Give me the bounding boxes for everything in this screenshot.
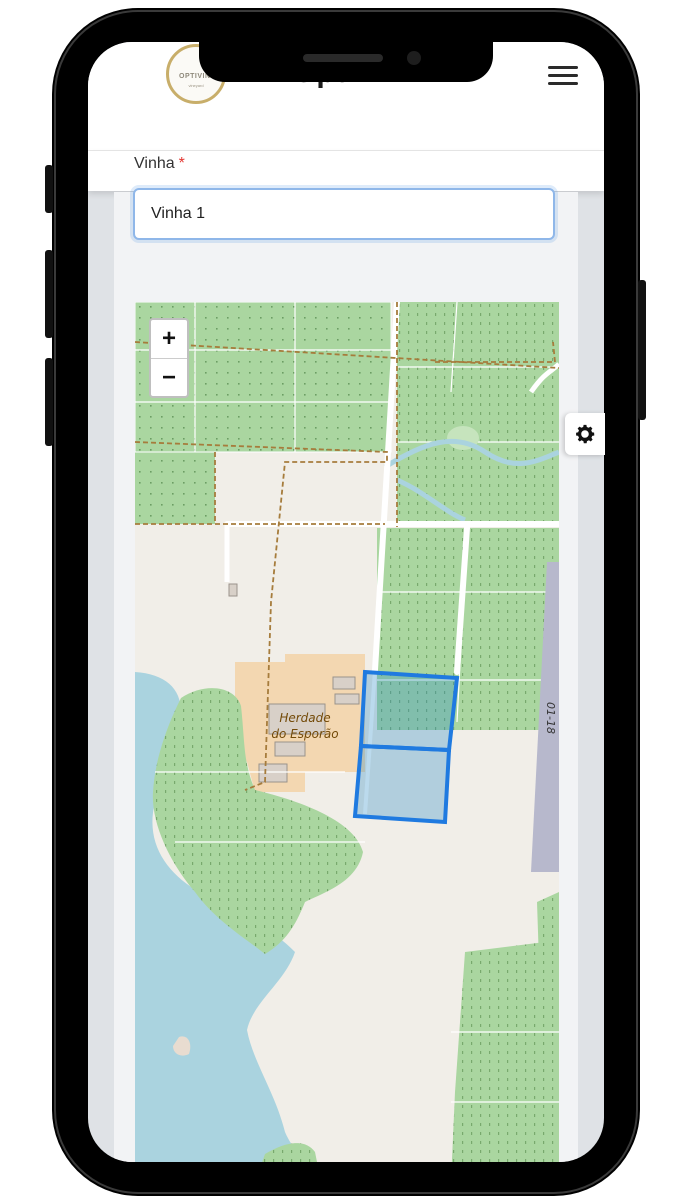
vinha-label: Vinha * xyxy=(134,155,185,173)
place-label-line2: do Esporão xyxy=(271,727,338,741)
phone-screen: OPTIVINI vineyard OptiVini Vinha* xyxy=(88,42,604,1162)
phone-notch xyxy=(199,42,493,82)
gear-icon xyxy=(576,424,595,444)
settings-button[interactable] xyxy=(565,413,605,455)
road-ref-label: 01-18 xyxy=(544,702,557,734)
zoom-control: + − xyxy=(149,318,189,398)
volume-up-button xyxy=(45,250,53,338)
mute-switch xyxy=(45,165,53,213)
volume-down-button xyxy=(45,358,53,446)
front-camera xyxy=(407,51,421,65)
logo-subtext: vineyard xyxy=(188,83,204,88)
power-button xyxy=(638,280,646,420)
vinha-input[interactable] xyxy=(133,188,555,240)
vinha-label-text: Vinha xyxy=(134,155,175,172)
map-canvas[interactable]: Herdade do Esporão 01-18 xyxy=(135,302,559,1162)
required-mark: * xyxy=(178,155,185,172)
selected-parcel[interactable] xyxy=(358,669,460,753)
zoom-out-button[interactable]: − xyxy=(151,358,187,397)
vineyard-area xyxy=(397,302,559,522)
vineyard-area xyxy=(451,942,559,1162)
vineyard-area xyxy=(135,452,215,524)
speaker xyxy=(303,54,383,62)
zoom-in-button[interactable]: + xyxy=(151,320,187,358)
map-view[interactable]: Herdade do Esporão 01-18 + − xyxy=(135,302,559,1162)
place-label-line1: Herdade xyxy=(279,711,330,725)
selected-parcel[interactable] xyxy=(352,743,452,825)
hamburger-menu-icon[interactable] xyxy=(548,64,580,88)
